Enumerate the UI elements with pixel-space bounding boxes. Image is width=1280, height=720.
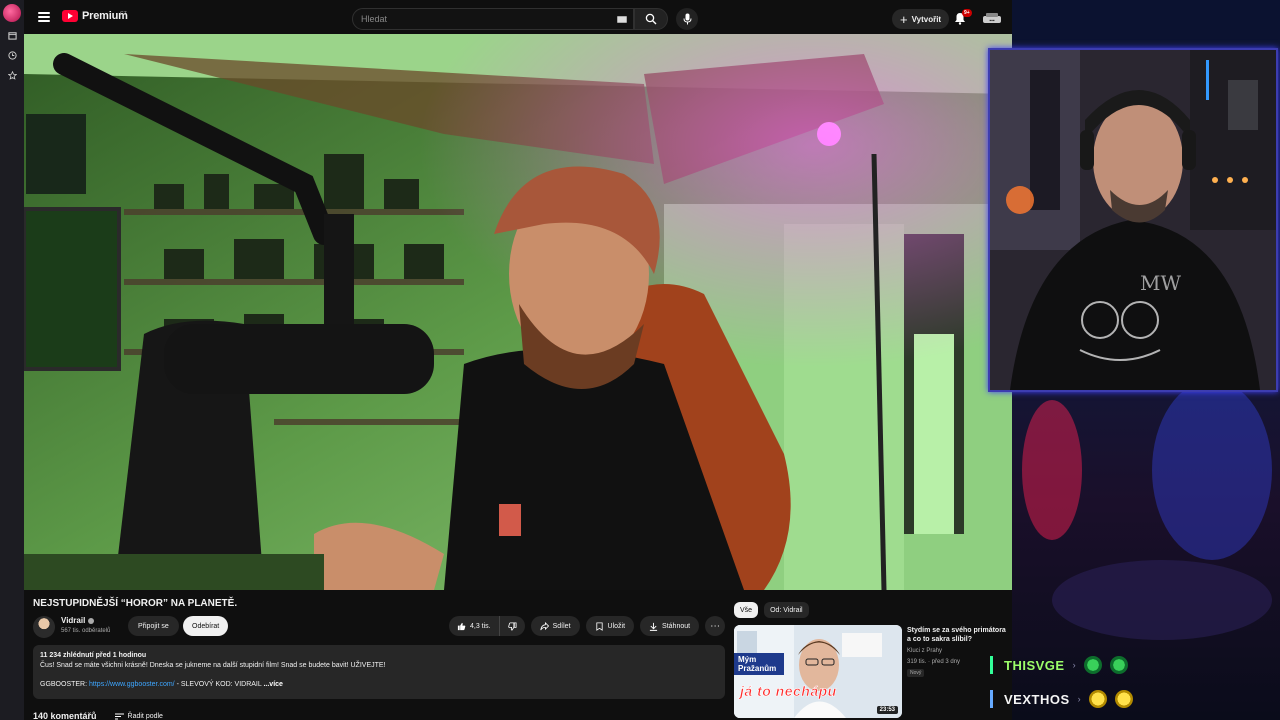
svg-text:▪▪▪: ▪▪▪: [989, 18, 995, 24]
webcam-image: MW: [990, 50, 1276, 390]
video-player[interactable]: [24, 34, 1012, 590]
star-icon[interactable]: [5, 68, 19, 82]
download-icon: [649, 622, 658, 631]
promo-prefix: GGBOOSTER:: [40, 681, 90, 688]
comment-count: 140 komentářů: [33, 711, 97, 720]
thumb-text-mid: Pražanům: [738, 664, 777, 673]
chat-username: THISVGE: [1004, 657, 1065, 673]
more-actions-button[interactable]: ⋯: [705, 616, 726, 636]
description-line: Čus! Snad se máte všichni krásně! Dneska…: [40, 662, 386, 669]
screen: Premium CZ Hledat + Vytvořit 9+ ▪▪▪ NEJS…: [0, 0, 1280, 720]
notifications-badge: 9+: [962, 9, 972, 17]
emote-icon: [1114, 690, 1133, 708]
like-button[interactable]: 4,3 tis.: [449, 616, 500, 636]
save-label: Uložit: [607, 622, 626, 630]
chevron-right-icon: ›: [1072, 660, 1076, 670]
thumb-text-bottom: já to nechápu: [740, 683, 837, 700]
recommended-meta: 319 tis. · před 3 dny: [907, 659, 961, 665]
chat-message: THISVGE ›: [990, 648, 1274, 682]
emote-icon: [1109, 656, 1128, 674]
chip-all[interactable]: Vše: [734, 602, 759, 618]
thumbs-down-icon: [507, 621, 517, 631]
search-icon: [645, 13, 657, 25]
microphone-icon: [683, 13, 691, 25]
chat-username: VEXTHOS: [1004, 691, 1070, 707]
account-avatar[interactable]: ▪▪▪: [982, 11, 1002, 27]
more-dots-icon: ⋯: [710, 620, 721, 632]
history-icon[interactable]: [5, 48, 19, 62]
sort-icon: [114, 713, 124, 719]
search-button[interactable]: [634, 8, 668, 30]
download-label: Stáhnout: [662, 622, 691, 630]
webcam-frame: MW: [988, 48, 1278, 392]
create-label: Vytvořit: [911, 14, 942, 24]
recommended-video[interactable]: Mým Pražanům já to nechápu 23:53 Stydím …: [734, 625, 1012, 720]
promo-line: GGBOOSTER: https://www.ggbooster.com/ - …: [40, 680, 718, 690]
create-button[interactable]: + Vytvořit: [892, 9, 950, 29]
recommended-channel[interactable]: Kluci z Prahy: [907, 648, 942, 654]
promo-link[interactable]: https://www.ggbooster.com/: [89, 681, 175, 688]
share-button[interactable]: Sdílet: [530, 616, 580, 636]
description-box[interactable]: 11 234 zhlédnutí před 1 hodinou Čus! Sna…: [33, 645, 725, 699]
plus-icon: +: [900, 11, 908, 27]
video-title: NEJSTUPIDNĚJŠÍ “HOROR” NA PLANETĚ.: [33, 598, 238, 609]
comments-header: 140 komentářů Řadit podle: [33, 711, 163, 720]
video-duration: 23:53: [876, 706, 898, 714]
chip-from-channel[interactable]: Od: Vidrail: [764, 602, 809, 618]
recommended-title[interactable]: Stydím se za svého primátora a co to sak…: [907, 626, 1011, 644]
promo-suffix: - SLEVOVÝ KOD: VIDRAIL: [174, 681, 262, 688]
subscriber-count: 567 tis. odběratelů: [61, 628, 111, 634]
keyboard-icon[interactable]: [617, 15, 627, 23]
stream-chat: THISVGE › VEXTHOS ›: [990, 648, 1274, 716]
youtube-play-icon: [62, 10, 78, 22]
bookmarks-icon[interactable]: [5, 28, 19, 42]
chat-accent-bar: [990, 690, 993, 708]
emote-icon: [1088, 690, 1107, 708]
sort-button[interactable]: Řadit podle: [114, 712, 163, 720]
thumb-text-top: Mým: [738, 655, 757, 664]
channel-avatar[interactable]: [33, 616, 55, 638]
browser-sidebar: [0, 0, 24, 720]
channel-name[interactable]: Vidrail: [61, 616, 85, 625]
show-more-link[interactable]: ...více: [263, 681, 282, 688]
bookmark-icon: [595, 621, 603, 631]
search-input[interactable]: Hledat: [352, 8, 634, 30]
search-placeholder: Hledat: [361, 14, 388, 24]
youtube-page: Premium CZ Hledat + Vytvořit 9+ ▪▪▪ NEJS…: [24, 0, 1012, 720]
share-label: Sdílet: [552, 622, 571, 630]
app-logo[interactable]: [3, 4, 21, 22]
view-stats: 11 234 zhlédnutí před 1 hodinou: [40, 652, 147, 659]
top-bar: Premium CZ Hledat + Vytvořit 9+ ▪▪▪: [24, 4, 1012, 34]
youtube-logo[interactable]: Premium: [62, 10, 128, 22]
recommended-thumbnail[interactable]: Mým Pražanům já to nechápu 23:53: [734, 625, 902, 718]
verified-icon: [88, 617, 95, 624]
svg-text:MW: MW: [1140, 271, 1181, 295]
subscribe-button[interactable]: Odebírat: [183, 616, 229, 636]
join-button[interactable]: Připojit se: [128, 616, 179, 636]
chevron-right-icon: ›: [1077, 694, 1081, 704]
menu-icon[interactable]: [38, 12, 50, 22]
like-count: 4,3 tis.: [470, 622, 491, 630]
logo-region: CZ: [120, 11, 127, 17]
save-button[interactable]: Uložit: [585, 616, 635, 636]
dislike-button[interactable]: [500, 616, 525, 636]
like-dislike-group: 4,3 tis.: [449, 616, 525, 636]
sort-label: Řadit podle: [127, 712, 163, 720]
video-actions: 4,3 tis. Sdílet Uložit Stáhnout ⋯: [449, 616, 726, 636]
chat-accent-bar: [990, 656, 993, 674]
share-icon: [539, 621, 549, 630]
voice-search-button[interactable]: [676, 8, 698, 30]
download-button[interactable]: Stáhnout: [640, 616, 700, 636]
chat-message: VEXTHOS ›: [990, 682, 1274, 716]
emote-icon: [1083, 656, 1102, 674]
video-frame-image: [24, 34, 1012, 590]
new-badge: Nový: [907, 669, 925, 677]
related-filter-chips: Vše Od: Vidrail: [734, 602, 809, 618]
channel-name-row[interactable]: Vidrail: [61, 616, 95, 625]
thumbs-up-icon: [457, 622, 466, 630]
